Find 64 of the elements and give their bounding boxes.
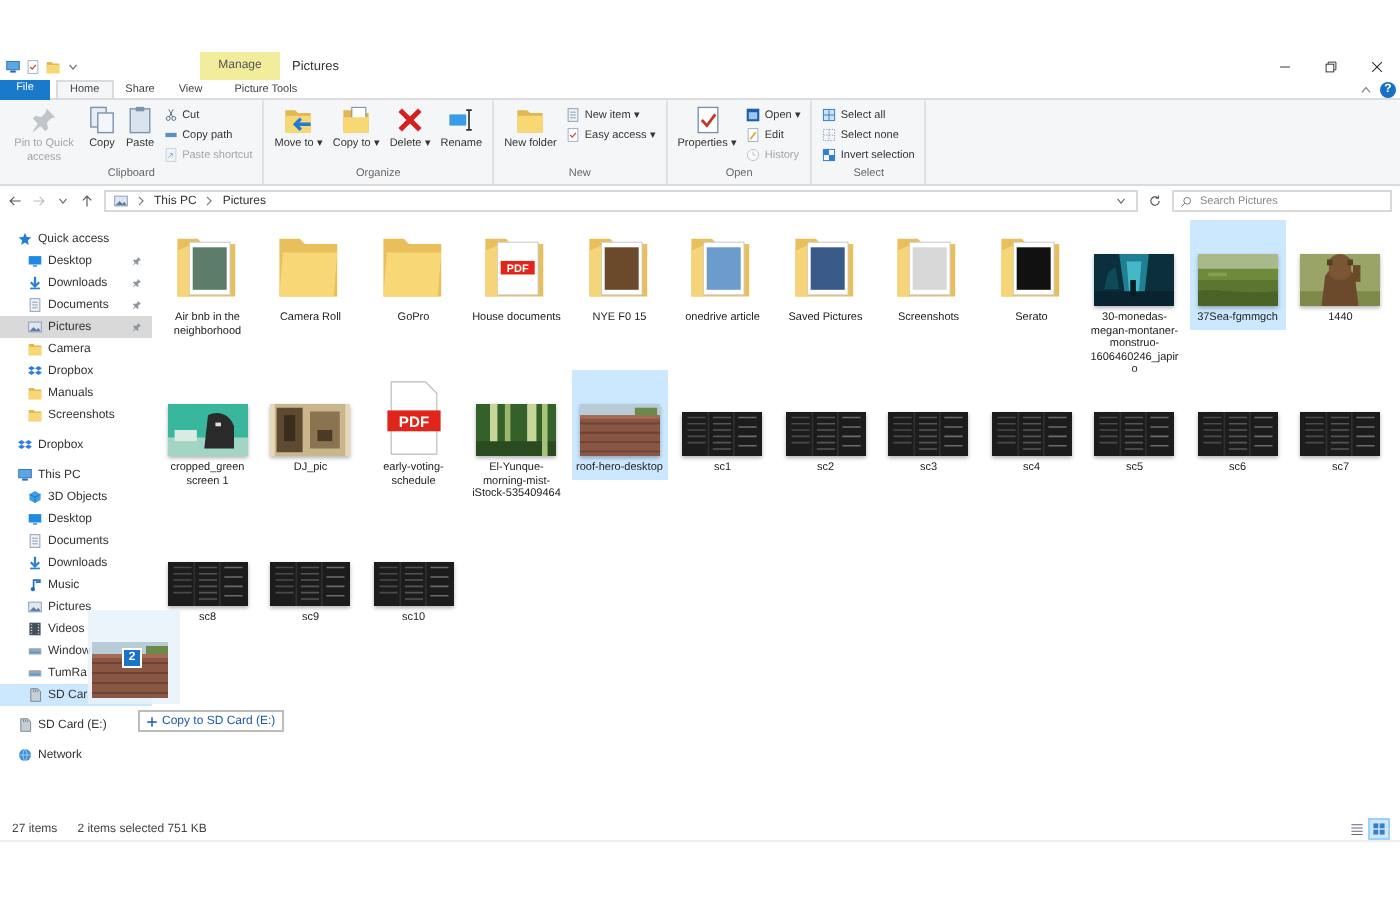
file-type-label: PDF [398,412,429,431]
picture-icon [114,194,128,208]
caret-down-icon[interactable] [66,59,80,73]
pages-icon [88,106,116,134]
pin-icon [30,106,58,134]
folder-arrow-icon [284,106,313,134]
list-view-icon [1350,822,1364,836]
monitor-icon [28,512,42,526]
caret-down-icon[interactable] [56,194,70,208]
picture-icon [28,600,42,614]
drive-icon [28,644,42,658]
text-cursor-icon [447,106,476,134]
folder-icon [28,342,42,356]
restore-icon[interactable] [1324,59,1338,73]
sdcard-icon [18,718,32,732]
globe-icon [18,748,32,762]
view-button[interactable] [1370,820,1388,838]
download-icon [28,556,42,570]
computer-icon [6,59,20,73]
caret-up-icon[interactable] [1358,81,1374,97]
clock-icon [746,148,761,162]
document-icon [566,108,581,122]
folder-page-icon [342,106,371,134]
check-document-icon [693,106,722,134]
chevron-icon [202,194,217,208]
arrow-up-icon[interactable] [80,194,94,208]
film-icon [28,622,42,636]
dropbox-icon [28,364,42,378]
folder-icon [46,59,60,73]
folder-icon [516,106,545,134]
tiles-view-icon [1372,822,1386,836]
drive-icon [28,666,42,680]
folder-icon [28,386,42,400]
star-icon [18,232,32,246]
computer-icon [18,468,32,482]
download-icon [28,276,42,290]
picture-icon [28,320,42,334]
window-icon [746,108,761,122]
dotted-grid-icon [822,128,837,142]
arrow-left-icon[interactable] [8,194,22,208]
music-icon [28,578,42,592]
chevron-icon [134,194,148,208]
search-icon [1180,195,1192,207]
document-icon [28,298,42,312]
refresh-icon[interactable] [1148,194,1162,208]
half-grid-icon [822,148,837,162]
scissors-icon [164,108,179,122]
caret-down-icon[interactable] [1114,194,1128,208]
cube-icon [28,490,42,504]
close-icon[interactable] [1370,59,1384,73]
check-page-icon [26,59,40,73]
folder-icon [28,408,42,422]
plus-icon [146,715,158,727]
view-button[interactable] [1348,820,1366,838]
sdcard-icon [28,688,42,702]
document-icon [28,534,42,548]
pencil-document-icon [746,128,761,142]
monitor-icon [28,254,42,268]
grid-icon [822,108,837,122]
check-page-icon [566,128,581,142]
clipboard-icon [126,106,155,134]
delete-icon [396,106,425,134]
dropbox-icon [18,438,32,452]
shortcut-document-icon [164,148,179,162]
